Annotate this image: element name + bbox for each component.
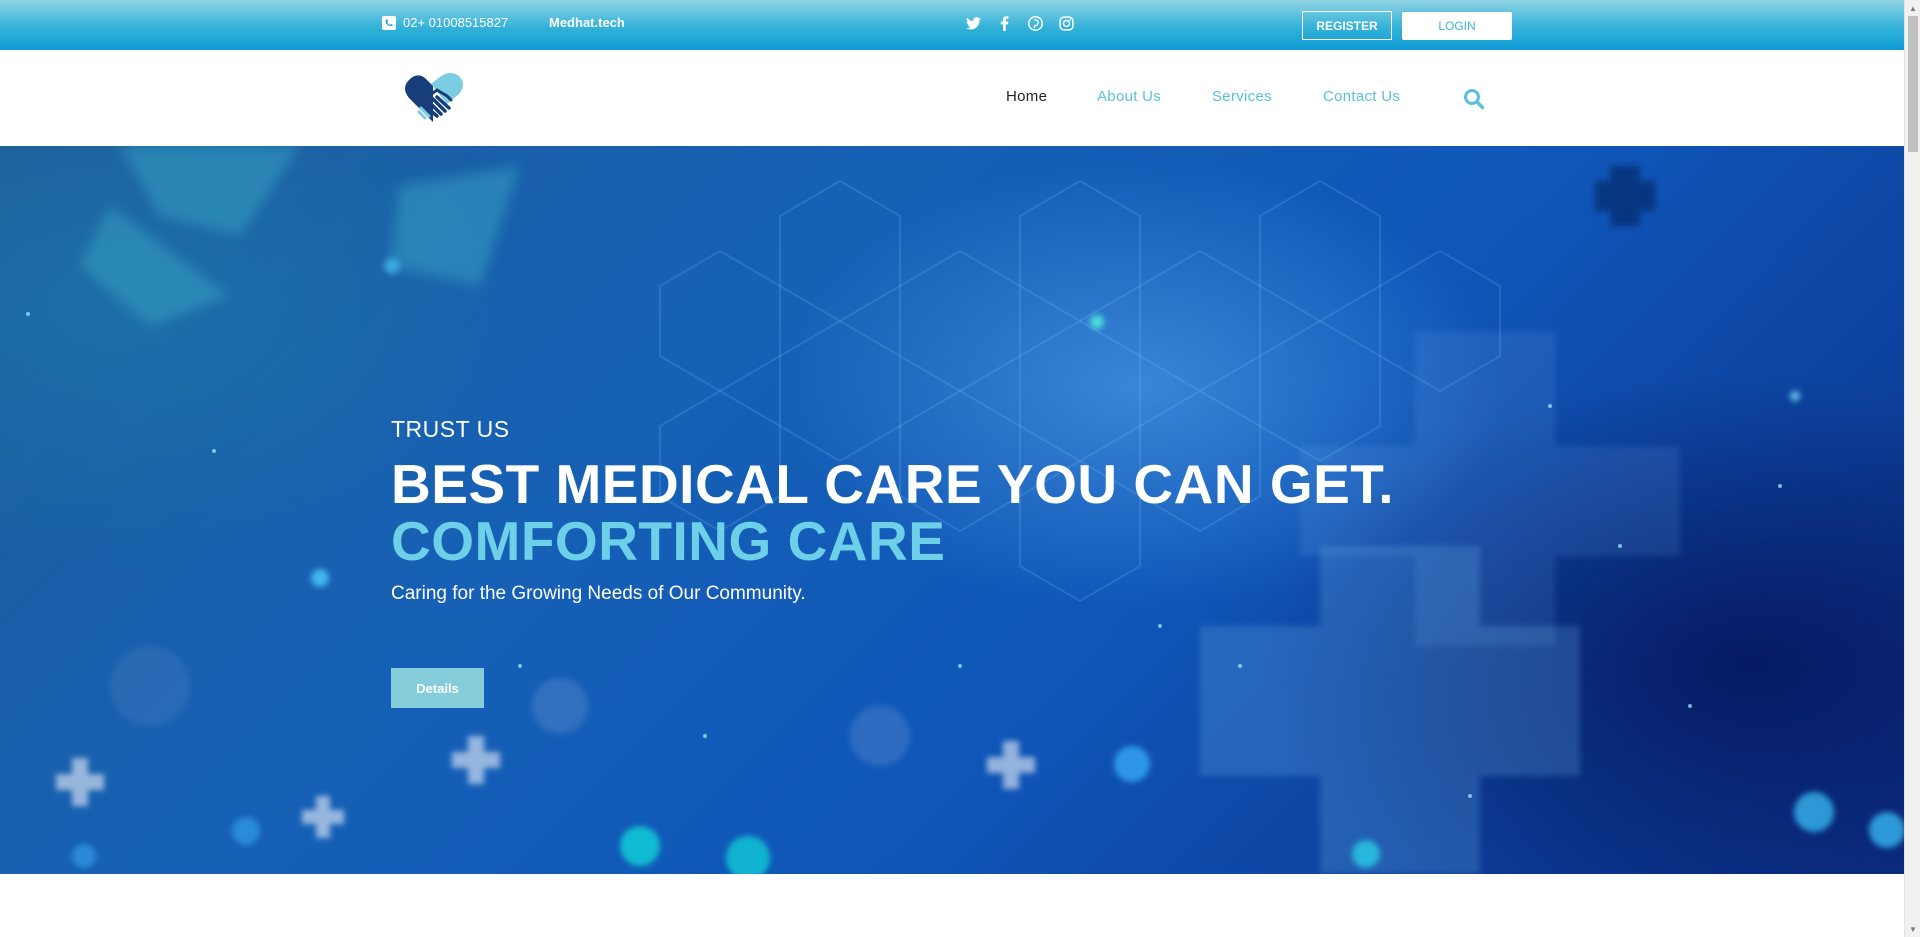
- register-button[interactable]: REGISTER: [1302, 11, 1392, 40]
- top-bar: 02+ 01008515827 Medhat.tech REGISTER LOG…: [0, 0, 1904, 50]
- phone-icon: [382, 15, 396, 30]
- site-link[interactable]: Medhat.tech: [549, 15, 625, 30]
- details-button[interactable]: Details: [391, 668, 484, 708]
- pinterest-icon[interactable]: [1027, 15, 1044, 32]
- social-links: [965, 15, 1075, 32]
- scroll-down-arrow-icon[interactable]: ▼: [1905, 921, 1920, 937]
- login-button[interactable]: LOGIN: [1402, 12, 1512, 40]
- hero-tagline: Caring for the Growing Needs of Our Comm…: [391, 583, 806, 604]
- page: 02+ 01008515827 Medhat.tech REGISTER LOG…: [0, 0, 1920, 937]
- search-icon[interactable]: [1463, 88, 1485, 110]
- facebook-icon[interactable]: [996, 15, 1013, 32]
- twitter-icon[interactable]: [965, 15, 982, 32]
- phone-contact[interactable]: 02+ 01008515827: [382, 15, 508, 30]
- scroll-up-arrow-icon[interactable]: ▲: [1905, 0, 1920, 16]
- logo[interactable]: [403, 70, 469, 126]
- nav-home[interactable]: Home: [1006, 88, 1047, 105]
- hero-subheadline: COMFORTING CARE: [391, 510, 946, 572]
- site-header: Home About Us Services Contact Us: [0, 50, 1904, 146]
- scrollbar[interactable]: ▲ ▼: [1904, 0, 1920, 937]
- phone-number: 02+ 01008515827: [403, 15, 509, 30]
- nav-about-us[interactable]: About Us: [1097, 88, 1161, 105]
- hero-headline: BEST MEDICAL CARE YOU CAN GET.: [391, 453, 1395, 515]
- instagram-icon[interactable]: [1058, 15, 1075, 32]
- hero-banner: TRUST US BEST MEDICAL CARE YOU CAN GET. …: [0, 146, 1904, 874]
- hero-eyebrow: TRUST US: [391, 416, 510, 442]
- hero-content: TRUST US BEST MEDICAL CARE YOU CAN GET. …: [391, 416, 1394, 605]
- nav-services[interactable]: Services: [1212, 88, 1272, 105]
- nav-contact-us[interactable]: Contact Us: [1323, 88, 1400, 105]
- scroll-thumb[interactable]: [1908, 16, 1918, 152]
